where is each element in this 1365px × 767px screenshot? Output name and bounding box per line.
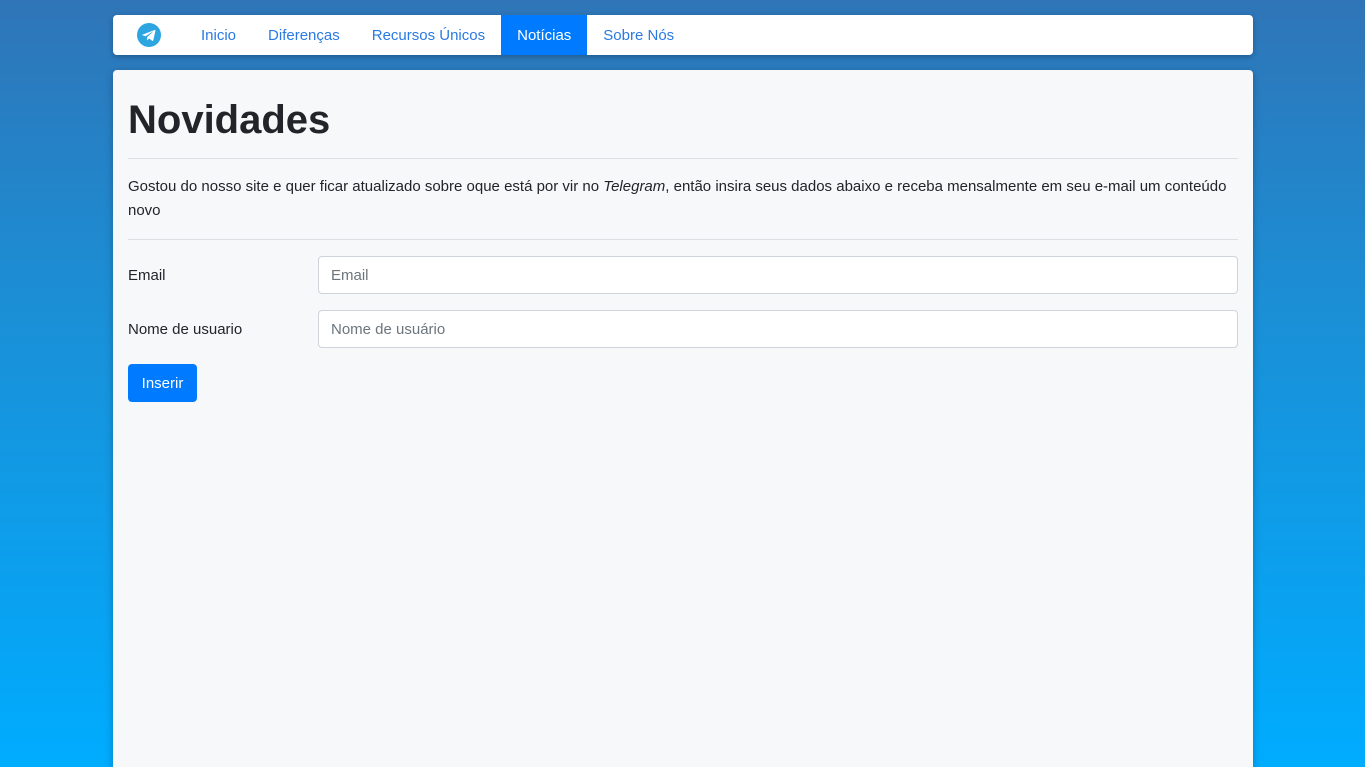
intro-text-start: Gostou do nosso site e quer ficar atuali… bbox=[128, 178, 604, 195]
intro-text-telegram: Telegram bbox=[603, 178, 666, 195]
intro-text: Gostou do nosso site e quer ficar atuali… bbox=[128, 175, 1238, 223]
nav-item-sobre-nos[interactable]: Sobre Nós bbox=[587, 15, 690, 55]
username-label: Nome de usuario bbox=[128, 321, 243, 338]
submit-button[interactable]: Inserir bbox=[128, 364, 197, 402]
nav-item-recursos-unicos[interactable]: Recursos Únicos bbox=[356, 15, 501, 55]
title-divider bbox=[128, 158, 1238, 159]
email-label: Email bbox=[128, 267, 166, 284]
email-field[interactable] bbox=[318, 256, 1238, 294]
username-field[interactable] bbox=[318, 310, 1238, 348]
brand-logo[interactable] bbox=[113, 15, 185, 55]
nav-item-diferencas[interactable]: Diferenças bbox=[252, 15, 356, 55]
news-card: Novidades Gostou do nosso site e quer fi… bbox=[113, 70, 1253, 767]
telegram-icon bbox=[137, 23, 161, 47]
page-title: Novidades bbox=[128, 98, 331, 142]
nav-item-inicio[interactable]: Inicio bbox=[185, 15, 252, 55]
top-navbar: Inicio Diferenças Recursos Únicos Notíci… bbox=[113, 15, 1253, 55]
nav-item-noticias[interactable]: Notícias bbox=[501, 15, 588, 55]
form-divider bbox=[128, 239, 1238, 240]
